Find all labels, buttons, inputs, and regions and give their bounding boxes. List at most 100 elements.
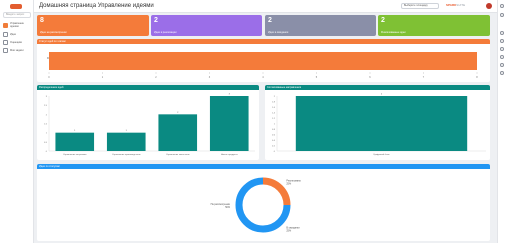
y-tick-label: 0 [274, 151, 276, 153]
task-icon [3, 47, 8, 53]
page-title: Домашняя страница Управление идеями [39, 3, 154, 9]
y-tick-label: 1.2 [272, 118, 276, 120]
y-tick-label: 3 [46, 96, 48, 98]
settings-icon[interactable] [500, 47, 504, 51]
plus-icon[interactable] [500, 71, 504, 75]
y-tick-label: 0.4 [272, 140, 276, 142]
kpi-label: Идеи в ожидании [268, 31, 289, 34]
sidebar-item-label: Идеи [10, 32, 17, 36]
sidebar-item-tasks[interactable]: Мои задачи [3, 46, 32, 54]
y-tick-label: 1.5 [44, 124, 48, 126]
x-tick-label: Новые продукты [221, 154, 238, 156]
bar[interactable] [106, 132, 146, 151]
data-label: 1 [126, 130, 128, 132]
bar[interactable] [49, 52, 477, 70]
bar[interactable] [55, 132, 95, 151]
sidebar-item-ideas[interactable]: Идеи [3, 30, 32, 38]
calendar-icon[interactable] [500, 55, 504, 59]
pie-slice[interactable] [235, 177, 264, 233]
data-label: 3 [229, 94, 231, 96]
x-tick-label: 7 [423, 76, 425, 79]
kpi-card-waiting[interactable]: 2 Идеи в ожидании [265, 15, 376, 36]
chat-icon[interactable] [500, 31, 504, 35]
x-tick-label: 6 [369, 76, 371, 79]
kpi-card-done[interactable]: 2 Реализованные идеи [378, 15, 490, 36]
x-tick-label: 8 [476, 76, 478, 79]
brand-name: SPARK [446, 3, 457, 7]
page-header: Домашняя страница Управление идеями Выбе… [34, 0, 497, 13]
data-label: 2 [381, 94, 383, 96]
kpi-label: Идеи на рассмотрении [40, 31, 67, 34]
data-label: 2 [177, 112, 179, 114]
kpi-label: Идеи в реализации [154, 31, 177, 34]
brand-suffix: SUITE [456, 3, 466, 7]
y-tick-label: 0.6 [272, 135, 276, 137]
y-tick-label: 0.8 [272, 129, 276, 131]
y-tick-label: 0.5 [44, 142, 48, 144]
y-tick-label: 1.8 [272, 102, 276, 104]
list-icon [3, 31, 8, 37]
help-icon[interactable] [500, 39, 504, 43]
sidebar: Введите запрос Управление идеями Идеи Оц… [0, 0, 34, 243]
bar[interactable] [158, 114, 198, 151]
x-tick-label: Управление производством [112, 154, 141, 156]
right-toolbar [497, 0, 505, 243]
y-tick-label: 2 [274, 96, 276, 98]
lightbulb-icon [3, 22, 8, 28]
sidebar-item-label: Мои задачи [10, 48, 24, 52]
avatar[interactable] [486, 3, 492, 9]
y-tick-label: 1 [274, 124, 276, 126]
slice-percent: 25% [286, 183, 292, 186]
bar[interactable] [295, 96, 468, 151]
x-tick-label: 3 [209, 76, 211, 79]
app-logo[interactable] [10, 4, 22, 9]
y-tick-label: 2.5 [44, 105, 48, 107]
sidebar-item-idea-management[interactable]: Управление идеями [3, 21, 32, 29]
x-tick-label: 1 [102, 76, 104, 79]
x-tick-label: Управление затратами [63, 154, 87, 156]
brand-logo: SPARKSUITE [446, 3, 465, 7]
user-icon[interactable] [500, 4, 504, 8]
bar[interactable] [209, 96, 249, 151]
kpi-value: 8 [40, 17, 44, 24]
x-tick-label: 0 [48, 76, 50, 79]
x-tick-label: 4 [262, 76, 264, 79]
y-tick-label: 1.6 [272, 107, 276, 109]
x-tick-label: Цифровой блок [374, 153, 390, 156]
sidebar-item-label: Оценщики [10, 40, 23, 44]
y-tick-label: 1.4 [272, 113, 276, 115]
status-pie-panel: Идеи по статусам Реализовано 25% В ожидани… [37, 164, 490, 241]
pie-slice[interactable] [262, 204, 291, 233]
data-label: 1 [74, 130, 76, 132]
kpi-value: 2 [154, 17, 158, 24]
stage-chart-panel: Статус идей по этапам ФОКУС 012345678 [37, 39, 490, 82]
x-tick-label: Управление качеством [166, 154, 190, 156]
kpi-label: Реализованные идеи [381, 31, 406, 34]
status-donut-chart: Реализовано25%В ожидании25%На рассмотрен… [211, 177, 302, 233]
slice-percent: 50% [225, 206, 231, 209]
slice-percent: 25% [286, 229, 292, 232]
y-tick-label: 2 [46, 114, 48, 116]
x-tick-label: 5 [316, 76, 318, 79]
approved-chart: 0 0.2 0.4 0.6 0.8 1 1.2 1.4 1.6 1.8 2 2 Цифровой бло… [272, 94, 486, 156]
kpi-value: 2 [268, 17, 272, 24]
kpi-card-implementation[interactable]: 2 Идеи в реализации [151, 15, 262, 36]
sidebar-item-evaluators[interactable]: Оценщики [3, 38, 32, 46]
document-icon[interactable] [500, 63, 504, 67]
users-icon [3, 39, 8, 45]
y-tick-label: 0.2 [272, 146, 276, 148]
bell-icon[interactable] [500, 13, 504, 17]
sidebar-search-input[interactable]: Введите запрос [3, 12, 31, 18]
x-tick-label: 2 [155, 76, 157, 79]
kpi-value: 2 [381, 17, 385, 24]
pie-slice[interactable] [262, 177, 291, 206]
kpi-card-review[interactable]: 8 Идеи на рассмотрении [37, 15, 149, 36]
sidebar-item-label: Управление идеями [10, 22, 24, 28]
category-chart: 0 0.5 1 1.5 2 2.5 3 1 Управление затратами 1 Управ… [44, 94, 255, 156]
stage-chart: ФОКУС 012345678 [47, 52, 478, 79]
y-tick-label: 0 [46, 151, 48, 153]
site-select[interactable]: Выберите площадку [401, 3, 439, 9]
category-chart-panel: Распределение идей 0 0.5 1 1.5 2 2.5 3 1 Управле… [37, 85, 259, 160]
y-tick-label: 1 [46, 133, 48, 135]
approved-chart-panel: Согласованные направления 0 0.2 0.4 0.6 0.8 1… [265, 85, 490, 160]
